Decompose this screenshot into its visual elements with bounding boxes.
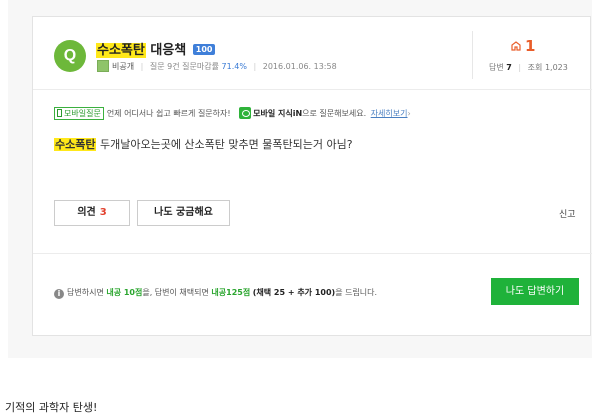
answers-label: 답변 [489,63,504,72]
mobile-tag-label: 모바일질문 [64,109,101,118]
body-text: 두개날아오는곳에 산소폭탄 맞추면 물폭탄되는거 아님? [96,138,353,151]
opinion-label: 의견 [77,207,96,218]
meta-divider: | [253,62,257,71]
body-keyword: 수소폭탄 [54,138,97,151]
answers-value: 7 [506,63,512,72]
reward-breakdown: (채택 25 + 추가 100) [252,288,336,297]
question-q-icon: Q [54,40,86,72]
reward-divider [33,253,592,254]
reward-info: i 답변하시면 내공 10점을, 답변이 채택되면 내공125점 (채택 25 +… [54,287,377,299]
report-link[interactable]: 신고 [559,207,576,220]
question-title: 수소폭탄 대응책 100 [96,39,216,58]
kin-app-name: 모바일 지식iN [253,109,303,118]
answer-button[interactable]: 나도 답변하기 [491,278,579,305]
mobile-promo: 모바일질문 언제 어디서나 쉽고 빠르게 질문하자! 모바일 지식iN으로 질문해… [54,107,411,120]
views-label: 조회 [527,63,543,72]
deadline-rate: 71.4% [221,62,247,71]
meta-divider: | [140,62,144,71]
reward-points-adopt: 내공125점 [211,288,251,297]
stats-sep: | [518,63,522,72]
header-divider [33,89,592,90]
mobile-question-tag: 모바일질문 [54,107,104,120]
question-date: 2016.01.06. 13:58 [262,62,337,71]
views-value: 1,023 [544,63,568,72]
caption-text: 기적의 과학자 탄생! [5,401,98,414]
phone-icon [57,109,62,117]
question-meta: 비공개 | 질문 9건 질문마감률 71.4% | 2016.01.06. 13… [97,60,337,72]
more-info-link[interactable]: 자세히보기 [371,109,408,118]
curious-button[interactable]: 나도 궁금해요 [137,200,230,226]
question-card: Q 수소폭탄 대응책 100 비공개 | 질문 9건 질문마감률 71.4% |… [32,16,592,336]
kin-app-suffix: 으로 질문해보세요. [302,109,367,118]
stats-divider [472,31,473,79]
deadline-label: 질문마감률 [182,62,219,71]
like-count: 1 [525,37,536,55]
curious-label: 나도 궁금해요 [154,207,213,218]
question-frame: Q 수소폭탄 대응책 100 비공개 | 질문 9건 질문마감률 71.4% |… [8,0,592,358]
kin-app-icon [239,107,252,119]
info-icon: i [54,289,64,299]
avatar-icon [97,60,109,72]
opinion-button[interactable]: 의견 3 [54,200,130,226]
mobile-promo-text: 언제 어디서나 쉽고 빠르게 질문하자! [106,109,231,118]
question-stats: 답변 7 | 조회 1,023 [489,62,568,73]
opinion-count: 3 [99,207,107,218]
answer-count-badge: 100 [192,44,216,55]
title-rest: 대응책 [145,43,187,58]
like-counter[interactable]: 1 [511,37,535,55]
author-name: 비공개 [112,62,135,71]
reward-text-1: 답변하시면 [67,288,104,297]
question-body: 수소폭탄 두개날아오는곳에 산소폭탄 맞추면 물폭탄되는거 아님? [54,136,353,152]
reward-text-2: 을, 답변이 채택되면 [142,288,209,297]
reward-points-answer: 내공 10점 [106,288,143,297]
reward-text-3: 을 드립니다. [335,288,378,297]
question-count: 질문 9건 [149,62,180,71]
title-keyword: 수소폭탄 [96,43,146,58]
chevron-right-icon: › [407,109,411,118]
house-icon [511,41,521,51]
